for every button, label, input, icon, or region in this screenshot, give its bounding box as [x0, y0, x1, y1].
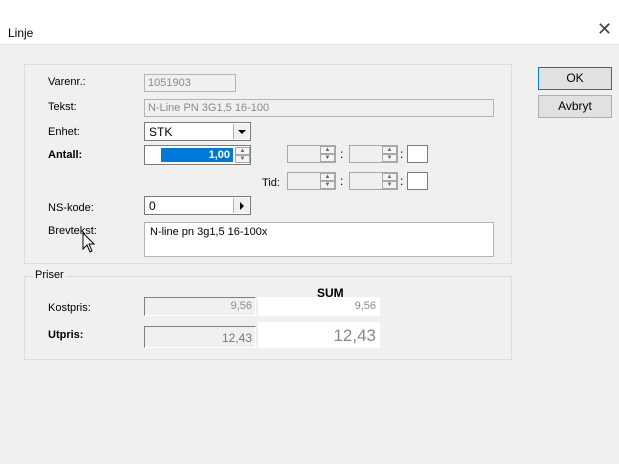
antall-label: Antall:	[48, 149, 83, 161]
window-title: Linje	[8, 26, 34, 40]
enhet-label: Enhet:	[48, 126, 80, 138]
kostpris-field: 9,56	[144, 297, 256, 316]
close-icon[interactable]: ✕	[597, 19, 612, 39]
brevtekst-textarea[interactable]: N-line pn 3g1,5 16-100x	[144, 222, 494, 257]
spin-down-button[interactable]: ▼	[320, 181, 335, 189]
kostpris-sum: 9,56	[258, 297, 380, 316]
time-spinner-1[interactable]: ▲ ▼	[287, 145, 336, 163]
time-separator: :	[400, 147, 404, 161]
utpris-field: 12,43	[144, 326, 256, 348]
kostpris-label: Kostpris:	[48, 302, 91, 314]
time-box-1[interactable]	[407, 145, 428, 163]
title-divider	[0, 44, 619, 45]
ns-kode-value: 0	[149, 199, 156, 213]
tid-label: Tid:	[262, 177, 280, 189]
title-bar	[0, 0, 619, 44]
priser-group-label: Priser	[33, 269, 66, 281]
time-separator: :	[340, 174, 344, 188]
cancel-button[interactable]: Avbryt	[538, 95, 612, 118]
tid-box-1[interactable]	[407, 172, 428, 190]
time-separator: :	[400, 174, 404, 188]
enhet-dropdown[interactable]: STK	[144, 122, 251, 141]
dropdown-button[interactable]	[233, 124, 249, 139]
utpris-sum: 12,43	[258, 322, 380, 348]
spin-up-button[interactable]: ▲	[382, 146, 397, 154]
antall-spinner[interactable]: 1,00 ▲ ▼	[144, 145, 251, 165]
tekst-field: N-Line PN 3G1,5 16-100	[144, 99, 494, 117]
spin-up-button[interactable]: ▲	[320, 146, 335, 154]
tekst-label: Tekst:	[48, 101, 77, 113]
spin-down-button[interactable]: ▼	[382, 181, 397, 189]
enhet-value: STK	[149, 125, 173, 139]
spin-up-button[interactable]: ▲	[382, 173, 397, 181]
antall-up-button[interactable]: ▲	[235, 147, 250, 155]
antall-down-button[interactable]: ▼	[235, 155, 250, 163]
tid-spinner-1[interactable]: ▲ ▼	[287, 172, 336, 190]
tid-spinner-2[interactable]: ▲ ▼	[349, 172, 398, 190]
ns-kode-label: NS-kode:	[48, 202, 94, 214]
spin-down-button[interactable]: ▼	[382, 154, 397, 162]
time-separator: :	[340, 147, 344, 161]
varenr-label: Varenr.:	[48, 76, 86, 88]
arrow-right-icon	[240, 202, 244, 210]
ns-kode-field[interactable]: 0	[144, 196, 251, 215]
utpris-label: Utpris:	[48, 329, 84, 341]
mouse-cursor-icon	[82, 231, 96, 254]
spin-up-button[interactable]: ▲	[320, 173, 335, 181]
ok-button[interactable]: OK	[538, 67, 612, 90]
spin-down-button[interactable]: ▼	[320, 154, 335, 162]
varenr-field: 1051903	[144, 74, 236, 92]
chevron-down-icon	[238, 130, 246, 134]
ns-kode-button[interactable]	[233, 198, 249, 213]
time-spinner-2[interactable]: ▲ ▼	[349, 145, 398, 163]
antall-value[interactable]: 1,00	[161, 148, 233, 162]
